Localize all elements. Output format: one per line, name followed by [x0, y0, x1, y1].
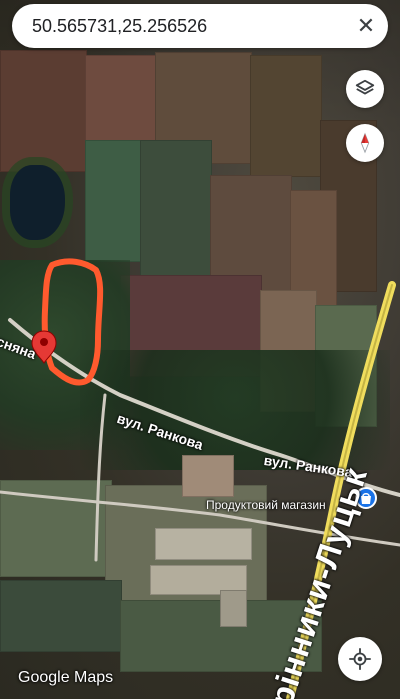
compass-button[interactable]	[346, 124, 384, 162]
satellite-map[interactable]: сняна вул. Ранкова вул. Ранкова Продукто…	[0, 0, 400, 699]
map-overlays	[0, 258, 400, 699]
layers-button[interactable]	[346, 70, 384, 108]
my-location-button[interactable]	[338, 637, 382, 681]
compass-icon	[360, 132, 370, 154]
road-vertical-lane	[94, 393, 107, 562]
poi-label-grocery[interactable]: Продуктовий магазин	[206, 498, 326, 512]
my-location-icon	[349, 648, 371, 670]
hand-drawn-outline	[41, 258, 104, 386]
close-icon[interactable]: ✕	[344, 4, 388, 48]
search-query[interactable]: 50.565731,25.256526	[32, 16, 344, 37]
search-bar[interactable]: 50.565731,25.256526 ✕	[12, 4, 388, 48]
google-maps-attribution: Google Maps	[18, 669, 114, 686]
layers-icon	[355, 79, 375, 95]
